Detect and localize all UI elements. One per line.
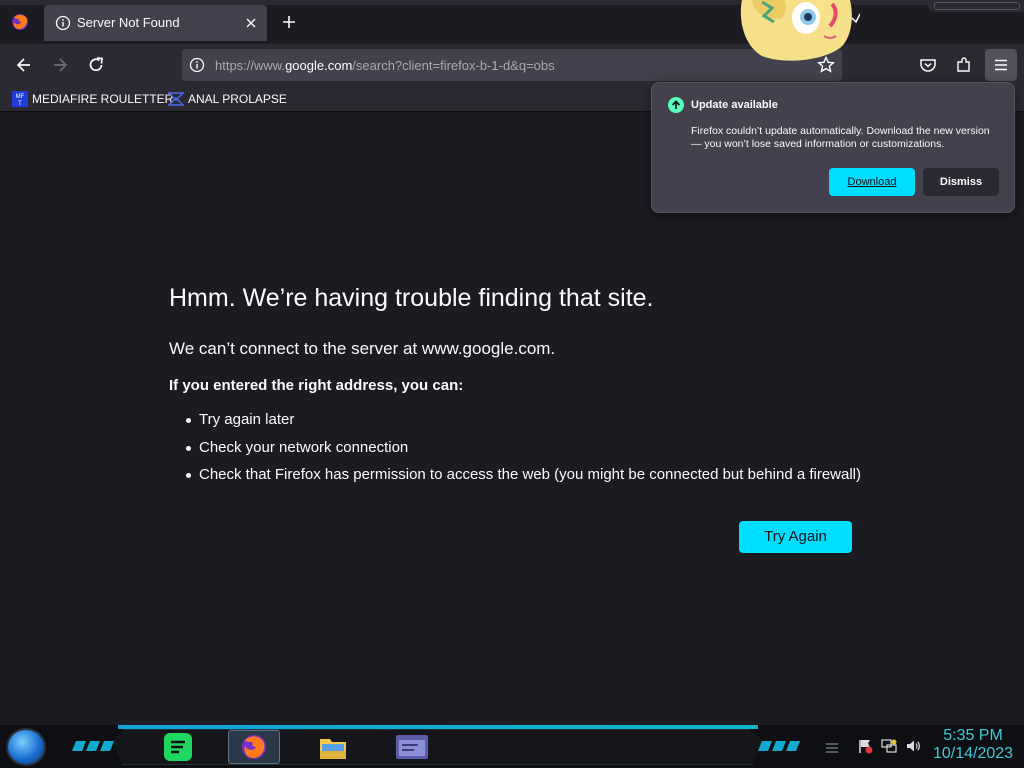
extensions-icon[interactable] [954, 55, 974, 75]
taskbar-app-file-explorer[interactable] [306, 730, 358, 764]
update-available-panel: Update available Firefox couldn’t update… [651, 82, 1015, 213]
taskbar-accent-line [118, 725, 758, 729]
volume-icon[interactable] [905, 738, 921, 754]
new-tab-icon[interactable] [280, 13, 298, 31]
update-message: Firefox couldn’t update automatically. D… [691, 125, 990, 150]
error-subtitle: We can’t connect to the server at www.go… [169, 339, 556, 358]
window-caption-decoration [928, 0, 1024, 12]
error-lead: If you entered the right address, you ca… [169, 377, 464, 394]
system-clock[interactable]: 5:35 PM 10/14/2023 [928, 727, 1018, 763]
action-center-flag-icon[interactable] [857, 738, 873, 754]
back-arrow-icon[interactable] [14, 55, 34, 75]
tab-strip: Server Not Found [0, 0, 1024, 44]
reload-icon[interactable] [86, 55, 106, 75]
list-item: Try again later [186, 411, 861, 439]
spotify-icon [164, 733, 192, 761]
clock-time: 5:35 PM [943, 727, 1003, 744]
svg-text:MF: MF [16, 94, 25, 100]
try-again-button[interactable]: Try Again [739, 521, 852, 553]
url-path: /search?client=firefox-b-1-d&q=obs [352, 58, 555, 73]
taskbar-app-spotify[interactable] [154, 730, 206, 764]
bookmark-label: MEDIAFIRE ROULETTER [32, 92, 174, 106]
bookmark-folder-icon [168, 92, 184, 106]
navigation-toolbar: https://www.google.com/search?client=fir… [0, 44, 1024, 86]
chevron-decoration-icon [72, 741, 114, 751]
close-tab-icon[interactable] [243, 15, 259, 31]
taskbar-app-firefox[interactable] [228, 730, 280, 764]
network-icon[interactable] [881, 738, 897, 754]
url-prefix: https://www. [215, 58, 286, 73]
site-info-icon[interactable] [188, 56, 206, 74]
tab-title: Server Not Found [77, 15, 180, 30]
window-app-icon [396, 735, 428, 759]
taskbar-app-window[interactable] [386, 730, 438, 764]
taskbar: 5:35 PM 10/14/2023 [0, 725, 1024, 768]
bookmark-label: ANAL PROLAPSE [188, 92, 287, 106]
info-icon [55, 15, 71, 31]
dismiss-button[interactable]: Dismiss [923, 168, 999, 196]
chevron-decoration-icon [758, 741, 800, 751]
tray-stripes-icon [826, 743, 838, 753]
file-explorer-icon [320, 739, 346, 759]
pocket-icon[interactable] [918, 55, 938, 75]
list-item: Check that Firefox has permission to acc… [186, 466, 861, 494]
mediafire-icon: MF T [12, 91, 28, 107]
update-title: Update available [691, 99, 778, 111]
download-button[interactable]: Download [829, 168, 915, 196]
hamburger-menu-icon [995, 59, 1007, 71]
suggestion-list: Try again later Check your network conne… [186, 411, 861, 494]
start-button[interactable] [8, 730, 44, 764]
firefox-icon [242, 735, 266, 759]
firefox-window: Server Not Found https://www.google.com/… [0, 0, 1024, 768]
svg-text:T: T [18, 101, 22, 107]
update-arrow-icon [668, 97, 684, 113]
list-item: Check your network connection [186, 439, 861, 467]
error-title: Hmm. We’re having trouble finding that s… [169, 284, 654, 312]
tab-server-not-found[interactable]: Server Not Found [44, 5, 267, 41]
anime-mascot-sticker [740, 0, 860, 61]
url-text[interactable]: https://www.google.com/search?client=fir… [215, 58, 555, 73]
clock-date: 10/14/2023 [932, 745, 1014, 762]
url-host: google.com [285, 58, 353, 73]
app-menu-button[interactable] [985, 49, 1017, 81]
firefox-logo-icon[interactable] [10, 12, 30, 32]
forward-arrow-icon[interactable] [50, 55, 70, 75]
